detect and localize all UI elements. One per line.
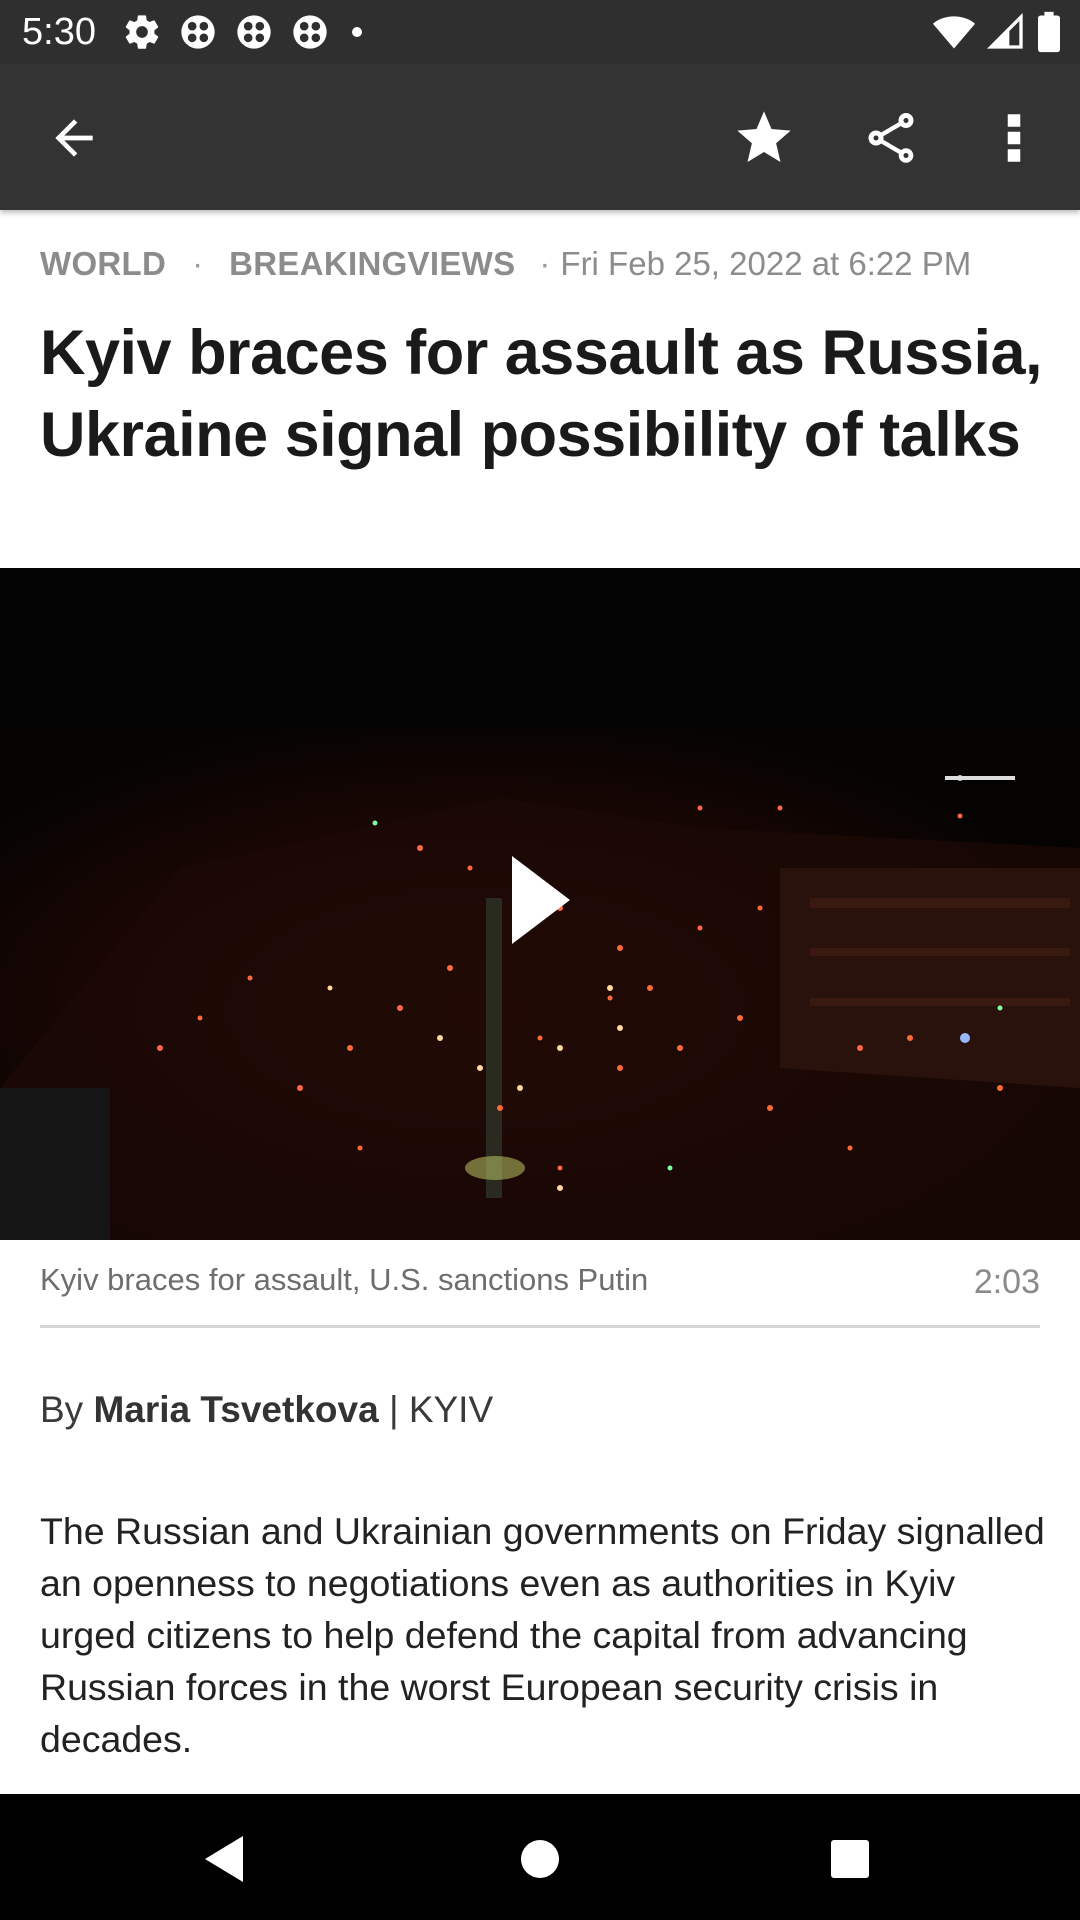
navigation-bar [0, 1794, 1080, 1920]
nav-recents-icon [831, 1840, 869, 1878]
play-icon[interactable] [506, 850, 576, 950]
status-time: 5:30 [22, 11, 96, 53]
dot-icon [352, 27, 362, 37]
back-button[interactable] [38, 102, 110, 174]
battery-icon [1038, 11, 1060, 53]
wifi-icon [932, 16, 976, 49]
nav-back-button[interactable] [190, 1824, 260, 1894]
app-icon [237, 15, 271, 49]
article-meta: WORLD · BREAKINGVIEWS · Fri Feb 25, 2022 at … [40, 242, 1050, 286]
share-icon [868, 113, 914, 163]
meta-separator: · [539, 245, 551, 282]
nav-recents-button[interactable] [815, 1824, 885, 1894]
settings-icon [125, 15, 159, 49]
app-bar [0, 64, 1080, 210]
article-headline: Kyiv braces for assault as Russia, Ukrai… [40, 318, 1043, 470]
byline-prefix: By [40, 1389, 84, 1430]
app-icon [181, 15, 215, 49]
share-button[interactable] [855, 102, 927, 174]
status-bar: 5:30 [0, 0, 1080, 64]
byline-location: | KYIV [388, 1389, 494, 1430]
article-body: The Russian and Ukrainian governments on… [40, 1510, 1045, 1760]
nav-home-icon [521, 1840, 559, 1878]
author-name[interactable]: Maria Tsvetkova [93, 1389, 378, 1430]
divider [40, 1325, 1040, 1328]
video-duration: 2:03 [973, 1263, 1040, 1301]
star-icon [737, 111, 791, 162]
byline: By Maria Tsvetkova | KYIV [40, 1386, 493, 1434]
more-vert-icon [1007, 114, 1021, 162]
more-options-button[interactable] [978, 102, 1050, 174]
video-caption-row: Kyiv braces for assault, U.S. sanctions … [40, 1260, 1040, 1310]
bookmark-button[interactable] [728, 102, 800, 174]
back-arrow-icon [55, 119, 93, 157]
article-screen: 5:30 WORLD · BREAKINGVIEWS · Fri Feb 25,… [0, 0, 1080, 1920]
signal-icon [986, 12, 1023, 49]
category-breakingviews[interactable]: BREAKINGVIEWS [229, 245, 515, 282]
status-system-icons [932, 10, 1062, 54]
nav-home-button[interactable] [505, 1824, 575, 1894]
app-icon [293, 15, 327, 49]
status-notification-icons [122, 12, 362, 52]
category-world[interactable]: WORLD [40, 245, 166, 282]
video-caption: Kyiv braces for assault, U.S. sanctions … [40, 1262, 649, 1297]
nav-back-icon [205, 1836, 243, 1882]
article-date: Fri Feb 25, 2022 at 6:22 PM [560, 245, 972, 282]
meta-separator: · [192, 245, 204, 282]
